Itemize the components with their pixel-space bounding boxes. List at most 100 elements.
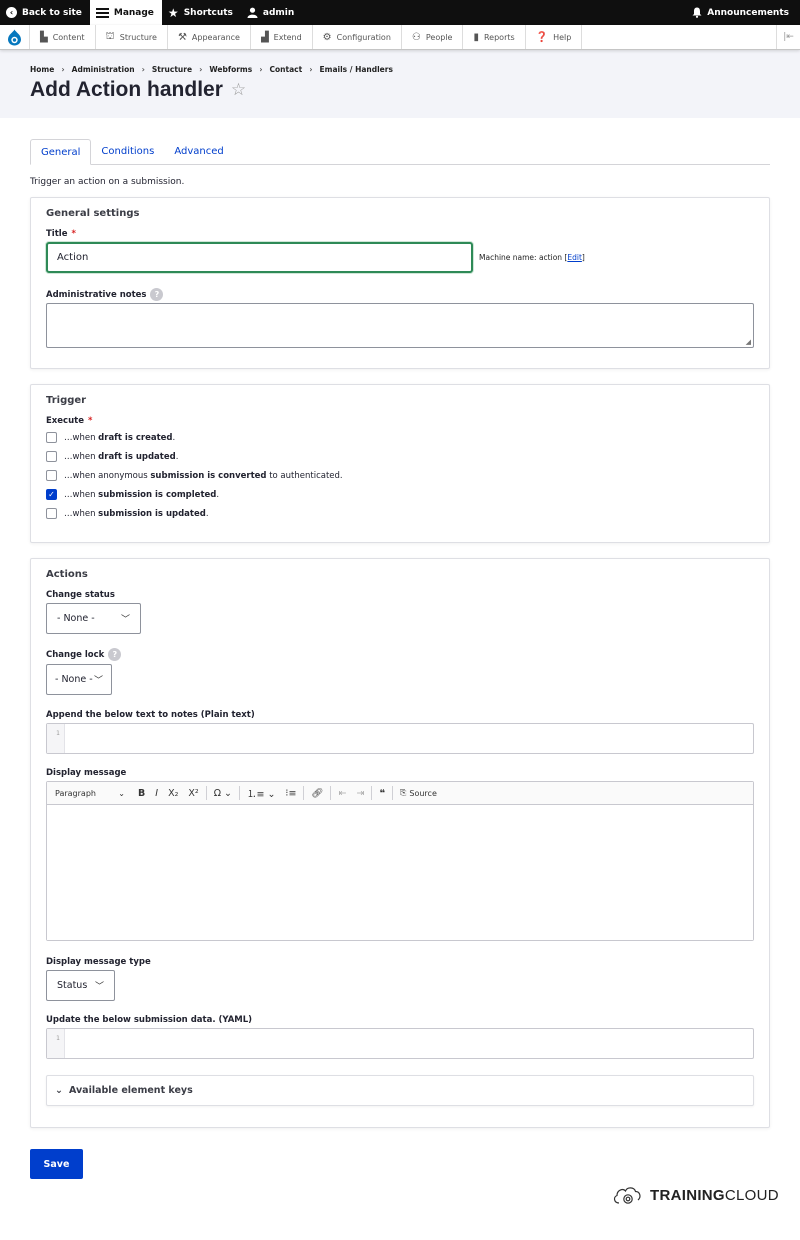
outdent-icon[interactable]: ⇤ (333, 788, 351, 799)
tab-bar: General Conditions Advanced (30, 139, 770, 165)
chevron-down-icon: ﹀ (93, 676, 103, 686)
message-type-label: Display message type (46, 957, 151, 967)
menu-help[interactable]: ❓ Help (526, 25, 583, 49)
general-settings-heading: General settings (46, 208, 140, 219)
shortcuts-tab[interactable]: ★ Shortcuts (162, 0, 241, 25)
announcements-tab[interactable]: Announcements (686, 0, 800, 25)
resize-handle-icon[interactable]: ◢ (746, 338, 751, 346)
trigger-card: Trigger Execute * …when draft is created.… (30, 384, 770, 543)
save-button[interactable]: Save (30, 1149, 83, 1179)
actions-heading: Actions (46, 569, 88, 580)
option-label: …when submission is completed. (64, 489, 220, 500)
user-icon (247, 7, 258, 18)
change-lock-label: Change lock? (46, 648, 754, 661)
back-to-site-link[interactable]: ‹ Back to site (0, 0, 90, 25)
numbered-list-icon[interactable]: ⒈≡ ⌄ (242, 786, 280, 800)
tab-general[interactable]: General (30, 139, 92, 165)
user-label: admin (262, 7, 295, 18)
menu-reports[interactable]: ▮ Reports (463, 25, 526, 49)
option-label: …when submission is updated. (64, 508, 209, 519)
user-tab[interactable]: admin (241, 0, 302, 25)
append-notes-code-editor[interactable]: 1 (46, 723, 754, 754)
favorite-star-icon[interactable]: ☆ (231, 80, 246, 100)
trigger-option-submission-converted[interactable]: …when anonymous submission is converted … (46, 466, 754, 485)
subscript-icon[interactable]: X₂ (163, 788, 183, 799)
tab-advanced[interactable]: Advanced (164, 139, 233, 164)
display-message-label: Display message (46, 768, 127, 778)
trigger-option-submission-completed[interactable]: ✓ …when submission is completed. (46, 485, 754, 504)
cloud-logo-icon (613, 1187, 641, 1204)
special-characters-icon[interactable]: Ω ⌄ (209, 788, 237, 799)
checkbox[interactable] (46, 451, 57, 462)
breadcrumb-structure[interactable]: Structure (152, 65, 192, 74)
help-icon[interactable]: ? (108, 648, 122, 661)
menu-content[interactable]: ▙ Content (30, 25, 96, 49)
chevron-down-icon: ⌄ (55, 1085, 63, 1096)
menu-reports-label: Reports (483, 32, 515, 42)
manage-tab[interactable]: Manage (89, 0, 162, 25)
administrative-notes-textarea[interactable]: ◢ (46, 303, 754, 348)
trigger-option-draft-created[interactable]: …when draft is created. (46, 428, 754, 447)
menu-help-label: Help (553, 32, 572, 42)
machine-name-text: Machine name: action [ (479, 253, 568, 262)
source-label: Source (409, 788, 437, 798)
change-lock-select[interactable]: - None - ﹀ (46, 664, 112, 695)
menu-structure[interactable]: ⛫ Structure (96, 25, 168, 49)
message-type-select[interactable]: Status ﹀ (46, 970, 115, 1001)
shortcuts-label: Shortcuts (183, 7, 233, 18)
breadcrumb-contact[interactable]: Contact (270, 65, 303, 74)
update-data-code-editor[interactable]: 1 (46, 1028, 754, 1059)
breadcrumb-emails-handlers[interactable]: Emails / Handlers (320, 65, 393, 74)
required-marker: * (71, 229, 76, 239)
bold-icon[interactable]: B (133, 788, 150, 799)
checkbox[interactable] (46, 470, 57, 481)
checkbox[interactable] (46, 508, 57, 519)
change-status-label: Change status (46, 590, 115, 600)
menu-people[interactable]: ⚇ People (402, 25, 464, 49)
menu-configuration[interactable]: ⚙ Configuration (313, 25, 402, 49)
machine-name-edit-link[interactable]: Edit (567, 253, 582, 262)
menu-extend[interactable]: ▟ Extend (251, 25, 313, 49)
indent-icon[interactable]: ⇥ (351, 788, 369, 799)
collapse-menu-icon[interactable]: |⇤ (776, 25, 800, 49)
change-status-select[interactable]: - None - ﹀ (46, 603, 141, 634)
menu-structure-label: Structure (119, 32, 157, 42)
paragraph-format-dropdown[interactable]: Paragraph ⌄ (47, 789, 133, 798)
bell-icon (692, 7, 702, 18)
form-description: Trigger an action on a submission. (30, 177, 185, 187)
required-marker: * (87, 416, 93, 426)
general-settings-card: General settings Title * Action Machine n… (30, 197, 770, 369)
breadcrumb-administration[interactable]: Administration (72, 65, 135, 74)
help-icon[interactable]: ? (150, 288, 164, 301)
trigger-option-draft-updated[interactable]: …when draft is updated. (46, 447, 754, 466)
drupal-logo[interactable] (0, 25, 30, 49)
superscript-icon[interactable]: X² (183, 788, 203, 799)
link-icon[interactable]: 🔗︎ (306, 788, 328, 799)
toolbar-divider (238, 786, 240, 800)
menu-appearance[interactable]: ⚒ Appearance (168, 25, 251, 49)
bulleted-list-icon[interactable]: ⁝≡ (280, 788, 301, 799)
trigger-option-submission-updated[interactable]: …when submission is updated. (46, 504, 754, 523)
toolbar-divider (330, 786, 332, 800)
checkbox[interactable] (46, 432, 57, 443)
update-data-label: Update the below submission data. (YAML) (46, 1015, 253, 1025)
checkbox-checked[interactable]: ✓ (46, 489, 57, 500)
breadcrumb-home[interactable]: Home (30, 65, 54, 74)
blockquote-icon[interactable]: ❝ (374, 788, 390, 799)
document-icon: ▙ (40, 31, 48, 43)
trainingcloud-logo: TRAININGCLOUD (612, 1184, 779, 1206)
available-element-keys-toggle[interactable]: ⌄ Available element keys (46, 1075, 754, 1106)
brand-name: TRAININGCLOUD (650, 1186, 779, 1204)
tab-conditions[interactable]: Conditions (91, 139, 164, 164)
italic-icon[interactable]: I (150, 788, 163, 799)
breadcrumb-webforms[interactable]: Webforms (209, 65, 252, 74)
back-arrow-icon: ‹ (6, 7, 17, 18)
manage-label: Manage (113, 7, 154, 18)
toolbar-divider (205, 786, 207, 800)
title-input[interactable]: Action (46, 242, 473, 273)
change-lock-label-text: Change lock (46, 649, 105, 660)
display-message-editor: Paragraph ⌄ B I X₂ X² Ω ⌄ ⒈≡ ⌄ ⁝≡ 🔗︎ ⇤ ⇥… (46, 781, 754, 941)
source-button[interactable]: ⎘ Source (395, 788, 442, 798)
editor-content-area[interactable] (47, 805, 753, 940)
menu-extend-label: Extend (273, 32, 302, 42)
